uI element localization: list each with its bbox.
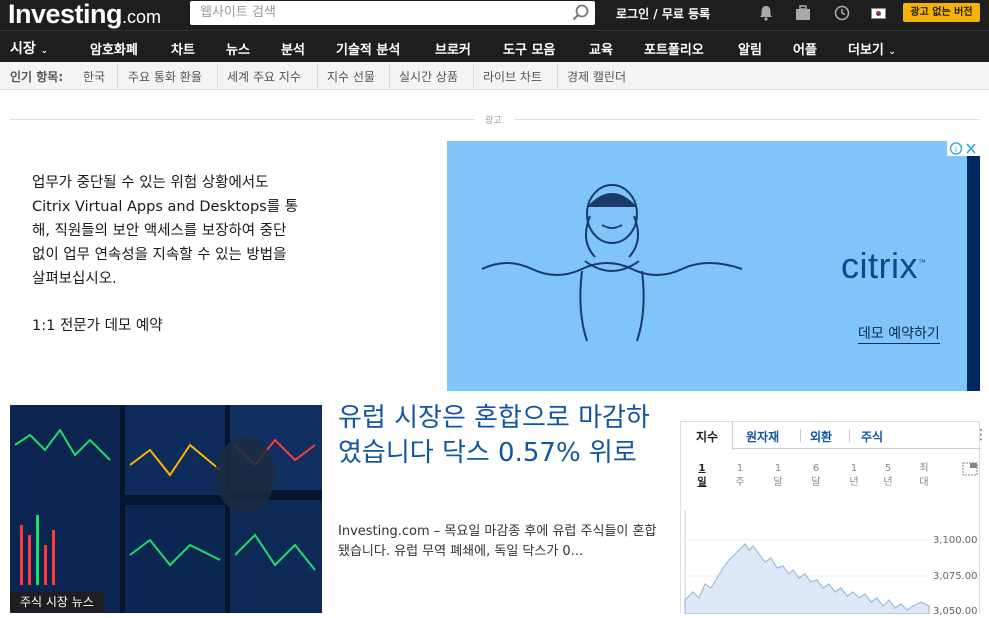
svg-text:i: i <box>955 145 957 154</box>
article-snippet: Investing.com – 목요일 마감종 후에 유럽 주식들이 혼합됐습니… <box>338 524 657 559</box>
divider <box>10 119 475 120</box>
korea-flag-icon[interactable] <box>871 8 886 19</box>
article-headline[interactable]: 유럽 시장은 혼합으로 마감하였습니다 닥스 0.57% 위로 <box>338 401 668 471</box>
article-category-tag[interactable]: 주식 시장 뉴스 <box>10 592 104 612</box>
tab-commodities[interactable]: 원자재 <box>746 428 779 445</box>
tab-forex[interactable]: 외환 <box>810 428 832 445</box>
investing-logo[interactable]: Investing.com <box>8 0 161 31</box>
search-icon[interactable] <box>571 3 591 23</box>
ad-demo-link[interactable]: 데모 예약하기 <box>858 325 940 344</box>
nav-more[interactable]: 더보기 ⌄ <box>848 39 896 58</box>
nav-portfolio[interactable]: 포트폴리오 <box>644 39 704 58</box>
popular-item-korea[interactable]: 한국 <box>83 68 105 85</box>
y-tick-label: 3,100.00 <box>933 535 978 546</box>
nav-charts[interactable]: 차트 <box>171 39 195 58</box>
tab-stocks[interactable]: 주식 <box>861 428 883 445</box>
login-register-link[interactable]: 로그인 / 무료 등록 <box>616 5 710 22</box>
popular-item-futures[interactable]: 지수 선물 <box>327 68 375 85</box>
top-bar: Investing.com 로그인 / 무료 등록 광고 없는 버전 <box>0 0 989 30</box>
period-1y[interactable]: 1 년 <box>847 462 861 490</box>
period-max[interactable]: 최 대 <box>917 462 931 490</box>
ad-body-text[interactable]: 업무가 중단될 수 있는 위험 상황에서도 Citrix Virtual App… <box>32 171 302 291</box>
bell-icon[interactable] <box>757 4 775 22</box>
divider <box>515 119 980 120</box>
popular-item-indices[interactable]: 세계 주요 지수 <box>227 68 301 85</box>
period-1w[interactable]: 1 주 <box>733 462 747 490</box>
popular-bar: 인기 항목: 한국 주요 통화 환율 세계 주요 지수 지수 선물 실시간 상품… <box>0 62 989 90</box>
period-6m[interactable]: 6 달 <box>809 462 823 490</box>
article-image[interactable] <box>10 405 322 613</box>
popular-item-live-charts[interactable]: 라이브 차트 <box>483 68 542 85</box>
nav-apps[interactable]: 어플 <box>793 39 817 58</box>
popular-label: 인기 항목: <box>10 70 64 84</box>
period-5y[interactable]: 5 년 <box>881 462 895 490</box>
ad-choices-close[interactable]: i <box>947 141 980 156</box>
market-chart-widget: 지수 원자재 외환 주식 ⋮ 1 일 1 주 1 달 6 달 1 년 5 년 최… <box>680 421 988 617</box>
nav-brokers[interactable]: 브로커 <box>435 39 471 58</box>
nav-news[interactable]: 뉴스 <box>226 39 250 58</box>
period-1d[interactable]: 1 일 <box>695 462 709 490</box>
ad-cta-link[interactable]: 1:1 전문가 데모 예약 <box>32 314 163 335</box>
mini-price-chart[interactable]: 3,100.00 3,075.00 3,050.00 <box>681 510 979 617</box>
expand-chart-icon[interactable] <box>962 462 978 476</box>
y-tick-label: 3,050.00 <box>933 606 978 617</box>
nav-alerts[interactable]: 알림 <box>738 39 762 58</box>
ad-label: 광고 <box>485 116 502 126</box>
nav-crypto[interactable]: 암호화폐 <box>90 39 138 58</box>
chevron-down-icon: ⌄ <box>888 47 896 57</box>
clock-icon[interactable] <box>833 4 851 22</box>
widget-tabs: 지수 원자재 외환 주식 ⋮ <box>681 422 988 450</box>
nav-market[interactable]: 시장 ⌄ <box>10 38 48 58</box>
portfolio-icon[interactable] <box>794 4 812 22</box>
main-nav: 시장 ⌄ 암호화폐 차트 뉴스 분석 기술적 분석 브로커 도구 모음 교육 포… <box>0 30 989 62</box>
search-input[interactable] <box>190 1 560 24</box>
search-box <box>190 1 595 25</box>
nav-technical[interactable]: 기술적 분석 <box>336 39 400 58</box>
nav-tools[interactable]: 도구 모음 <box>503 39 555 58</box>
period-1m[interactable]: 1 달 <box>771 462 785 490</box>
popular-item-commodities[interactable]: 실시간 상품 <box>399 68 458 85</box>
nav-analysis[interactable]: 분석 <box>281 39 305 58</box>
y-tick-label: 3,075.00 <box>933 571 978 582</box>
citrix-logo: citrix™ <box>841 245 927 286</box>
tab-indices[interactable]: 지수 <box>696 428 718 445</box>
chevron-down-icon: ⌄ <box>40 46 49 56</box>
ad-free-button[interactable]: 광고 없는 버전 <box>903 3 980 22</box>
nav-education[interactable]: 교육 <box>589 39 613 58</box>
more-options-icon[interactable]: ⋮ <box>974 427 988 443</box>
popular-item-calendar[interactable]: 경제 캘린더 <box>567 68 626 85</box>
popular-item-fx[interactable]: 주요 통화 환율 <box>128 68 202 85</box>
ad-banner-edge <box>967 141 980 391</box>
